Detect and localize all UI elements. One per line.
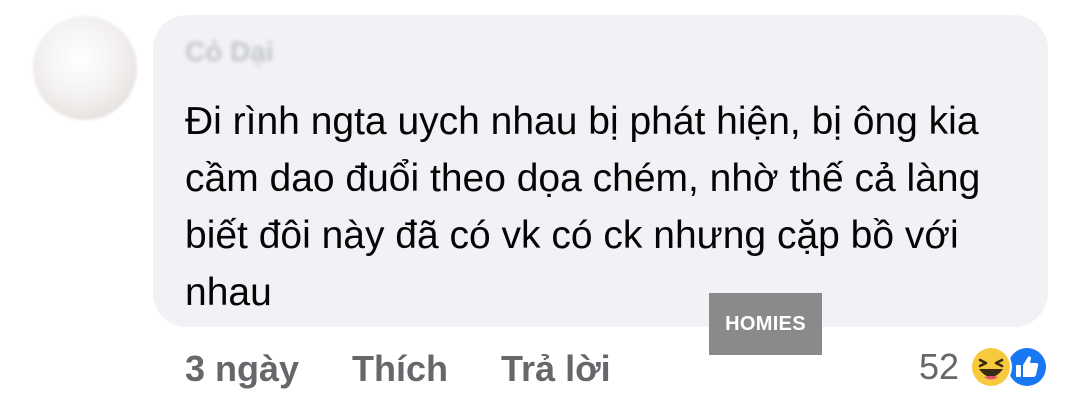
reactions-summary[interactable]: 52 xyxy=(919,342,1049,392)
haha-icon xyxy=(970,346,1012,388)
avatar[interactable] xyxy=(33,16,137,120)
comment-text: Đi rình ngta uych nhau bị phát hiện, bị … xyxy=(185,100,981,314)
watermark-homies: HOMIES xyxy=(709,293,822,355)
reply-button[interactable]: Trả lời xyxy=(501,348,611,390)
reaction-count: 52 xyxy=(918,346,959,387)
comment-actions: 3 ngày Thích Trả lời xyxy=(185,345,611,393)
comment-time[interactable]: 3 ngày xyxy=(185,348,299,390)
comment-author[interactable]: Cỏ Dại xyxy=(185,35,1016,75)
like-button[interactable]: Thích xyxy=(352,348,448,390)
comment-bubble: Cỏ Dại Đi rình ngta uych nhau bị phát hi… xyxy=(153,15,1048,327)
